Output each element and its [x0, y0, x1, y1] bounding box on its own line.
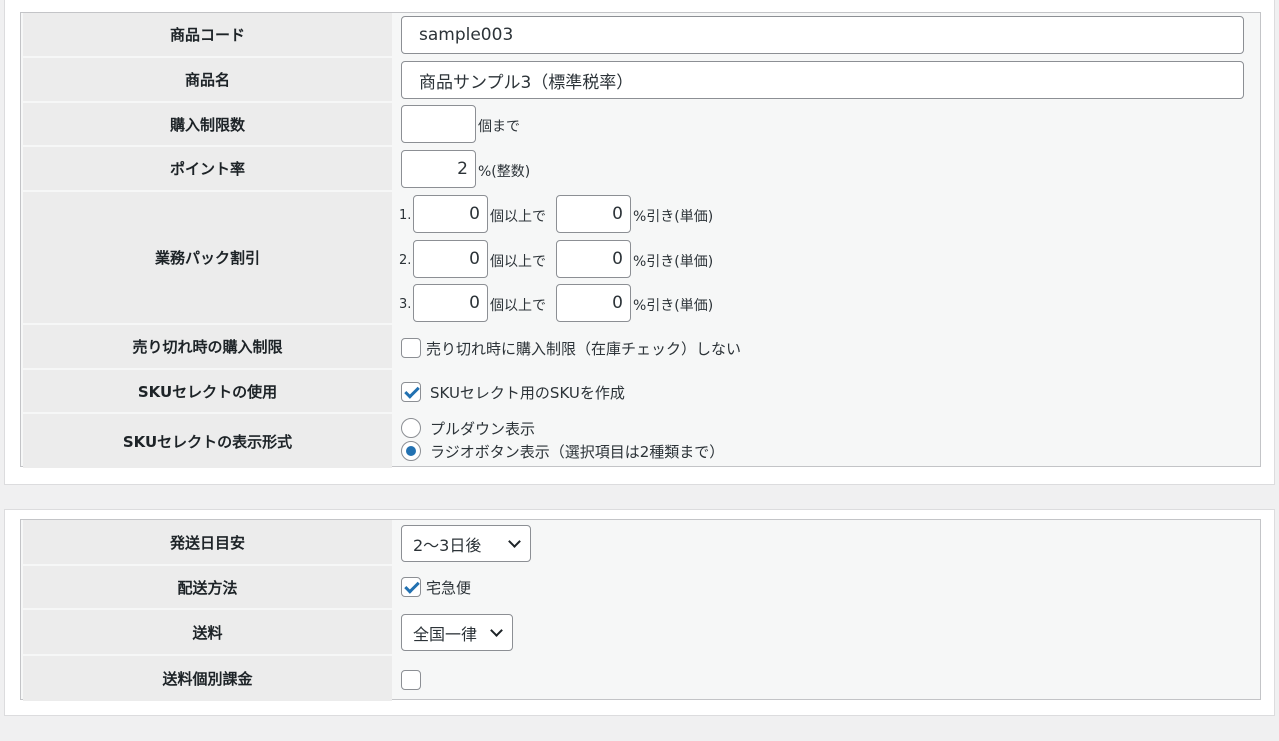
row-individual-fee: 送料個別課金	[21, 656, 1260, 701]
sku-display-radio-label[interactable]: ラジオボタン表示（選択項目は2種類まで）	[430, 441, 724, 462]
tier-2-qty-input[interactable]	[413, 240, 488, 278]
row-ship-fee: 送料 全国一律	[21, 610, 1260, 656]
purchase-limit-suffix: 個まで	[478, 119, 520, 135]
product-code-label: 商品コード	[23, 13, 392, 56]
sku-select-label: SKUセレクトの使用	[23, 370, 392, 412]
chevron-down-icon	[490, 623, 503, 637]
row-ship-method: 配送方法 宅急便	[21, 566, 1260, 610]
tier-2-discount-input[interactable]	[556, 240, 631, 278]
shipping-panel: 発送日目安 2〜3日後 配送方法 宅急便 送料 全国一律 送料個別課金	[4, 509, 1275, 716]
row-business-pack: 業務パック割引 1. 個以上で %引き(単価) 2. 個以上で %引き(単価) …	[21, 192, 1260, 325]
individual-fee-checkbox[interactable]	[401, 670, 421, 690]
ship-fee-select[interactable]: 全国一律	[401, 614, 513, 651]
row-point-rate: ポイント率 %(整数)	[21, 147, 1260, 192]
ship-method-checkbox[interactable]	[401, 577, 421, 597]
individual-fee-label: 送料個別課金	[23, 656, 392, 701]
row-soldout-limit: 売り切れ時の購入制限 売り切れ時に購入制限（在庫チェック）しない	[21, 325, 1260, 370]
product-code-input[interactable]	[401, 16, 1244, 54]
sku-select-checkbox-label[interactable]: SKUセレクト用のSKUを作成	[430, 382, 625, 403]
soldout-limit-label: 売り切れ時の購入制限	[23, 325, 392, 368]
tier-2-index: 2.	[399, 253, 412, 268]
point-rate-suffix: %(整数)	[478, 164, 531, 180]
business-pack-label: 業務パック割引	[23, 192, 392, 323]
tier-1-qty-input[interactable]	[413, 195, 488, 233]
tier-1-index: 1.	[399, 208, 412, 223]
ship-date-label: 発送日目安	[23, 520, 392, 564]
ship-date-selected: 2〜3日後	[413, 535, 482, 555]
ship-method-checkbox-label[interactable]: 宅急便	[426, 577, 471, 598]
purchase-limit-label: 購入制限数	[23, 103, 392, 145]
tier-2-discount-suffix: %引き(単価)	[633, 254, 714, 270]
soldout-limit-checkbox-label[interactable]: 売り切れ時に購入制限（在庫チェック）しない	[426, 338, 741, 359]
product-name-input[interactable]	[401, 61, 1244, 99]
row-product-code: 商品コード	[21, 13, 1260, 58]
soldout-limit-checkbox[interactable]	[401, 338, 421, 358]
tier-2-qty-suffix: 個以上で	[490, 254, 546, 270]
tier-1-discount-input[interactable]	[556, 195, 631, 233]
sku-select-checkbox[interactable]	[401, 382, 421, 402]
purchase-limit-input[interactable]	[401, 105, 476, 143]
row-sku-display: SKUセレクトの表示形式 プルダウン表示 ラジオボタン表示（選択項目は2種類まで…	[21, 414, 1260, 468]
tier-3-discount-input[interactable]	[556, 284, 631, 322]
tier-3-qty-suffix: 個以上で	[490, 298, 546, 314]
point-rate-label: ポイント率	[23, 147, 392, 190]
tier-3-index: 3.	[399, 297, 412, 312]
ship-date-select[interactable]: 2〜3日後	[401, 525, 531, 562]
sku-display-pulldown-radio[interactable]	[401, 418, 421, 438]
point-rate-input[interactable]	[401, 150, 476, 188]
sku-display-radio-radio[interactable]	[401, 441, 421, 461]
product-panel: 商品コード 商品名 購入制限数 個まで ポイント率 %(整数)	[4, 0, 1275, 485]
ship-method-label: 配送方法	[23, 566, 392, 608]
ship-fee-selected: 全国一律	[413, 624, 478, 644]
shipping-table: 発送日目安 2〜3日後 配送方法 宅急便 送料 全国一律 送料個別課金	[20, 519, 1261, 701]
tier-1-qty-suffix: 個以上で	[490, 209, 546, 225]
chevron-down-icon	[508, 534, 521, 548]
row-product-name: 商品名	[21, 58, 1260, 103]
sku-display-pulldown-label[interactable]: プルダウン表示	[430, 418, 535, 439]
sku-display-label: SKUセレクトの表示形式	[23, 414, 392, 468]
tier-1-discount-suffix: %引き(単価)	[633, 209, 714, 225]
product-table: 商品コード 商品名 購入制限数 個まで ポイント率 %(整数)	[20, 12, 1261, 468]
tier-3-qty-input[interactable]	[413, 284, 488, 322]
row-purchase-limit: 購入制限数 個まで	[21, 103, 1260, 147]
row-sku-select: SKUセレクトの使用 SKUセレクト用のSKUを作成	[21, 370, 1260, 414]
ship-fee-label: 送料	[23, 610, 392, 654]
row-ship-date: 発送日目安 2〜3日後	[21, 520, 1260, 566]
tier-3-discount-suffix: %引き(単価)	[633, 298, 714, 314]
product-name-label: 商品名	[23, 58, 392, 101]
